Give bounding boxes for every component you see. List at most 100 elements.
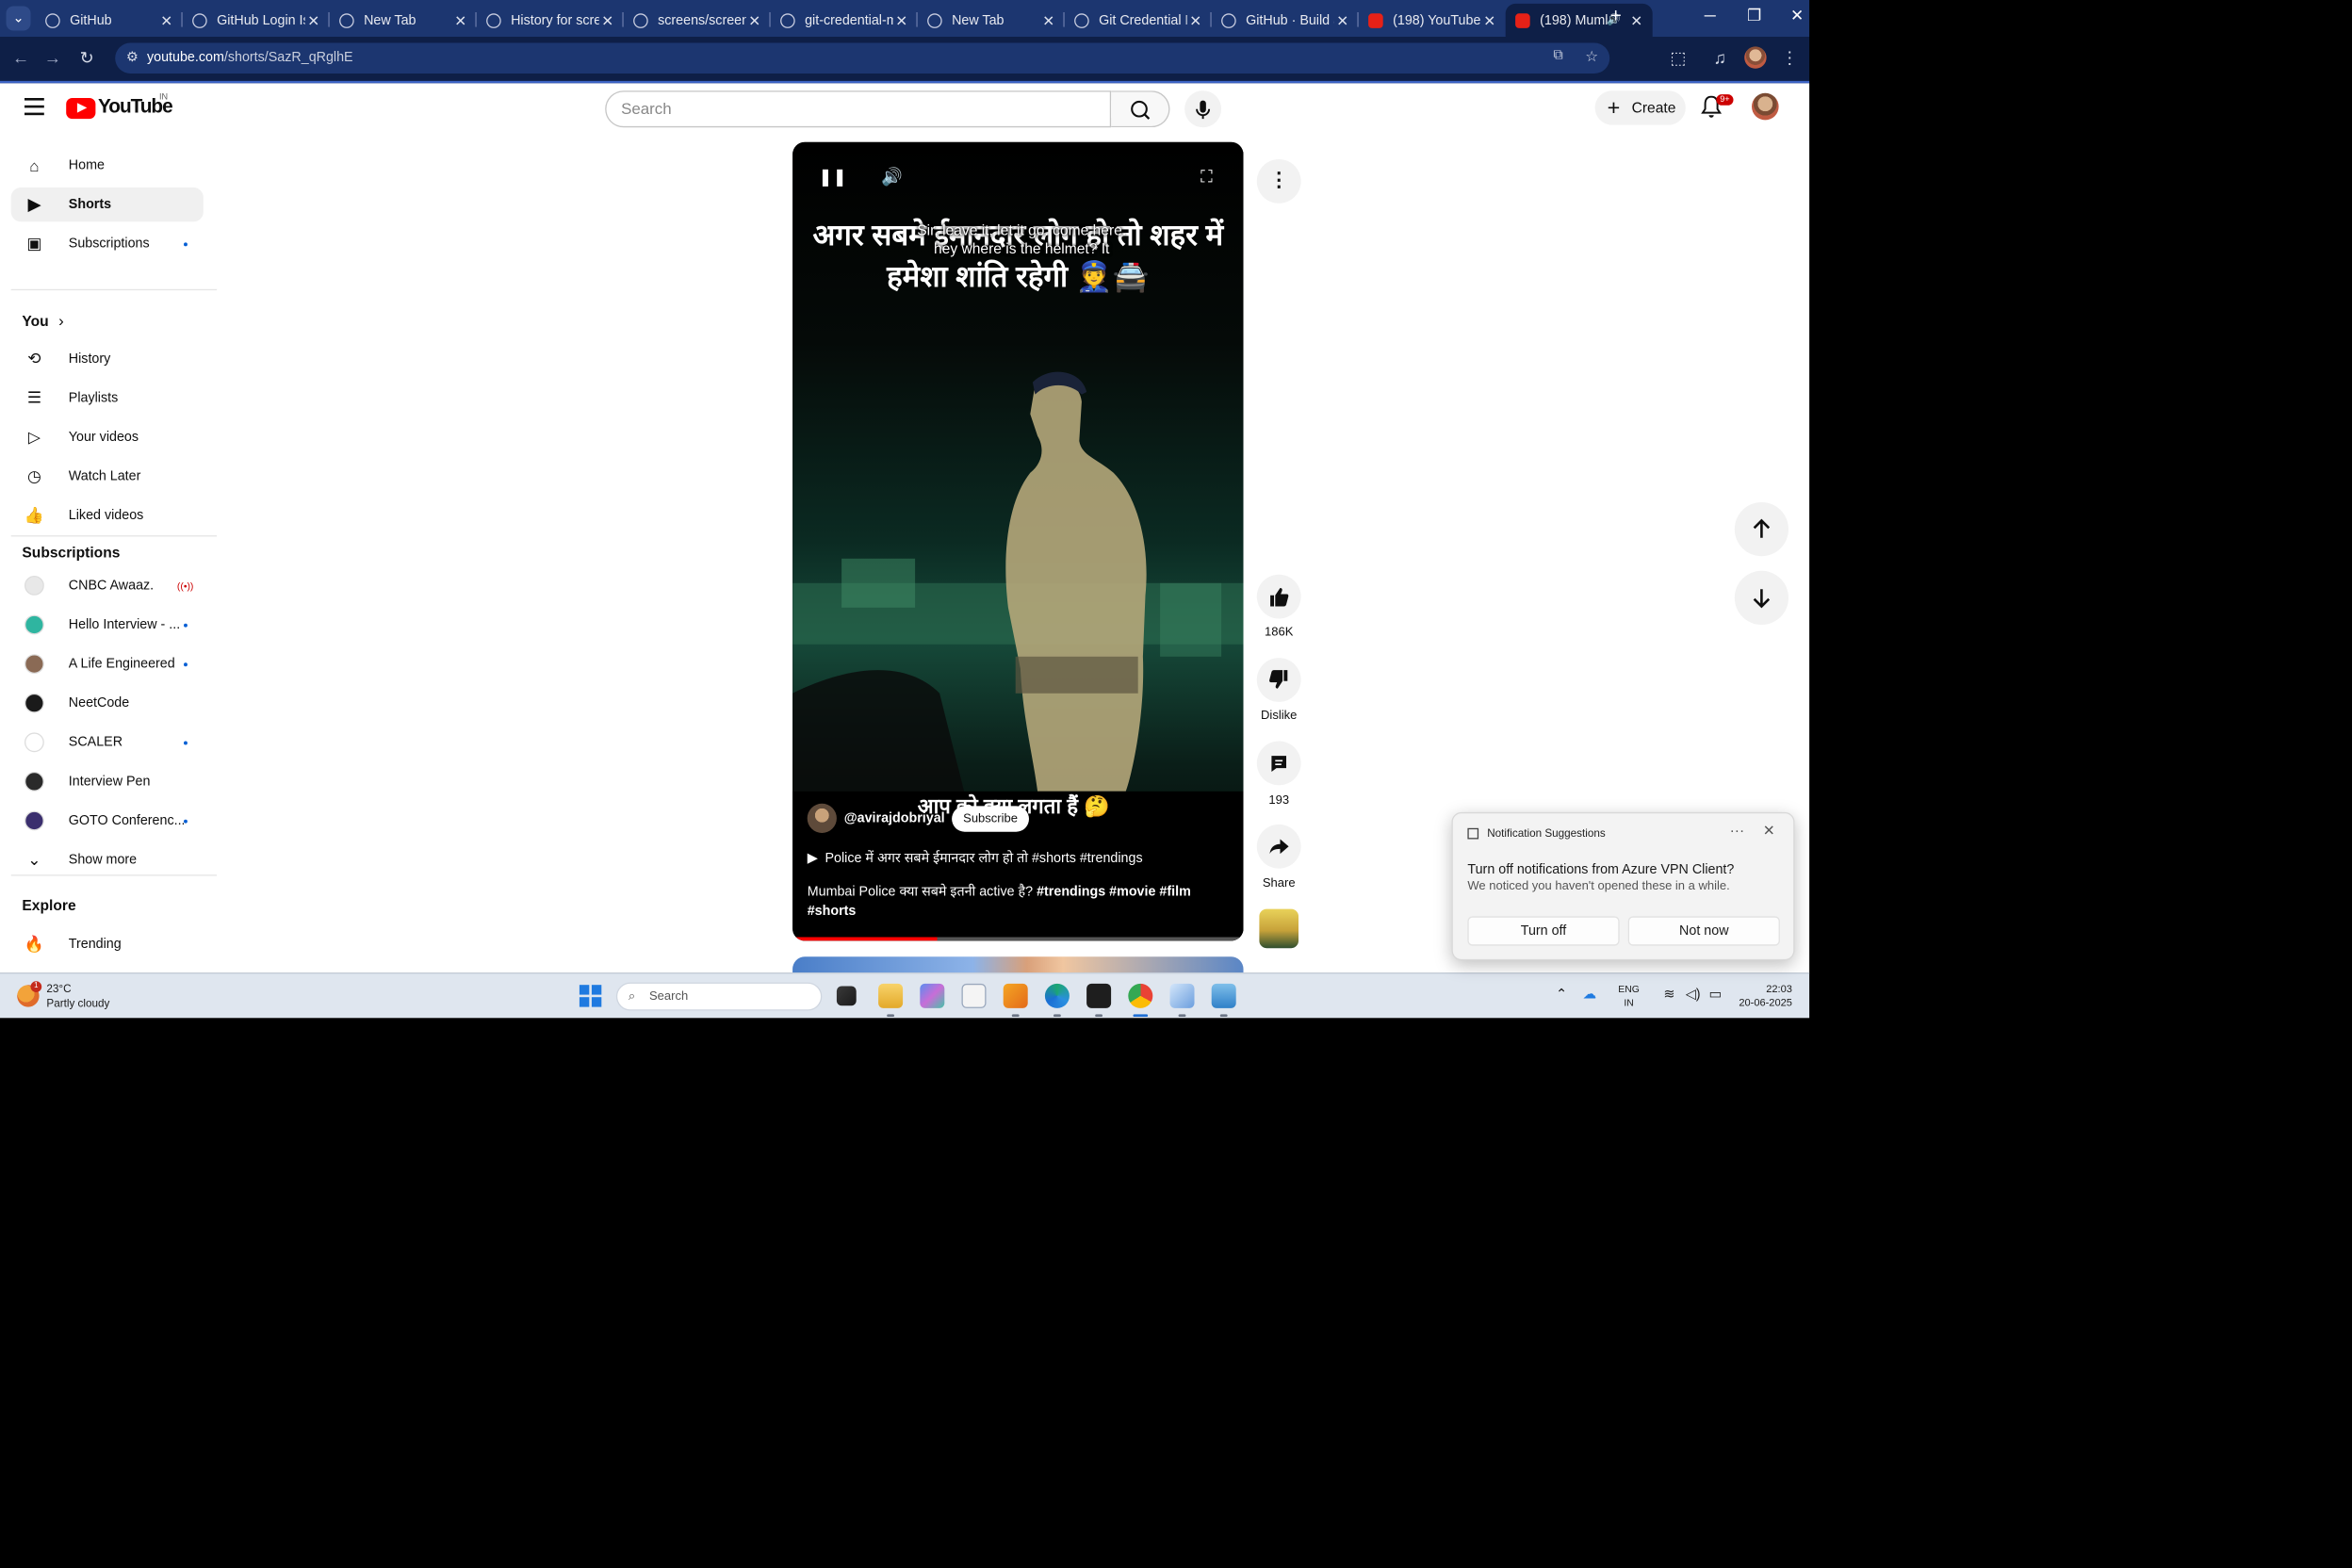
- close-tab-icon[interactable]: ✕: [893, 11, 910, 28]
- snipping-tool-icon[interactable]: [1169, 983, 1195, 1008]
- sidebar-item-home[interactable]: ⌂ Home: [11, 148, 204, 182]
- sidebar-item-history[interactable]: ⟲ History: [11, 342, 204, 376]
- sidebar-item-playlists[interactable]: ☰ Playlists: [11, 381, 204, 415]
- short-title[interactable]: ▶ Police में अगर सबमे ईमानदार लोग हो तो #…: [808, 849, 1143, 868]
- close-tab-icon[interactable]: ✕: [452, 11, 469, 28]
- browser-tab[interactable]: (198) YouTube ✕: [1359, 4, 1506, 37]
- sound-remix-thumbnail[interactable]: [1259, 908, 1298, 949]
- browser-tab[interactable]: (198) Mumbai Police🔊✕: [1505, 3, 1653, 37]
- sidebar-item-cnbc-awaaz[interactable]: CNBC Awaaz. ((•)): [11, 568, 204, 602]
- guide-menu-button[interactable]: [24, 98, 44, 116]
- media-controls-icon[interactable]: ♫: [1708, 48, 1730, 68]
- minimize-button[interactable]: ─: [1691, 7, 1728, 25]
- search-button[interactable]: [1111, 90, 1170, 128]
- sidebar-item-subscriptions[interactable]: ▣ Subscriptions: [11, 226, 204, 260]
- install-app-icon[interactable]: ⧉: [1553, 48, 1562, 64]
- system-clock[interactable]: 22:03 20-06-2025: [1731, 983, 1792, 1010]
- browser-tab[interactable]: New Tab ✕: [918, 4, 1065, 37]
- restore-button[interactable]: ❐: [1736, 7, 1772, 26]
- pause-icon[interactable]: ❚❚: [818, 167, 847, 191]
- close-tab-icon[interactable]: ✕: [1187, 11, 1204, 28]
- sidebar-item-goto-conferenc[interactable]: GOTO Conferenc...: [11, 804, 204, 838]
- chrome-browser-icon[interactable]: [1128, 983, 1153, 1008]
- channel-name[interactable]: @avirajdobriyal: [844, 811, 945, 826]
- sidebar-item-hello-interview[interactable]: Hello Interview - ...: [11, 608, 204, 642]
- address-bar[interactable]: ⚙ youtube.com/shorts/SazR_qRglhE ☆ ⧉: [115, 42, 1610, 74]
- app-window-icon[interactable]: [961, 983, 987, 1008]
- battery-icon[interactable]: ▭: [1708, 987, 1722, 1003]
- next-short-preview[interactable]: [792, 956, 1244, 973]
- photos-app-icon[interactable]: [1211, 983, 1236, 1008]
- bookmark-star-icon[interactable]: ☆: [1585, 48, 1598, 65]
- account-avatar[interactable]: [1751, 92, 1779, 121]
- office-app-icon[interactable]: [1003, 983, 1028, 1008]
- close-tab-icon[interactable]: ✕: [746, 11, 763, 28]
- forward-button[interactable]: →: [41, 48, 63, 68]
- new-tab-button[interactable]: +: [1604, 7, 1628, 28]
- edge-browser-icon[interactable]: [1044, 983, 1070, 1008]
- browser-tab[interactable]: GitHub Login Issue✕: [183, 4, 330, 37]
- sidebar-show-more[interactable]: ⌄ Show more: [11, 842, 204, 876]
- close-tab-icon[interactable]: ✕: [1628, 11, 1645, 28]
- sidebar-item-watch-later[interactable]: ◷ Watch Later: [11, 459, 204, 493]
- file-explorer-icon[interactable]: [878, 983, 904, 1008]
- browser-tab[interactable]: GitHub ✕: [36, 4, 183, 37]
- close-tab-icon[interactable]: ✕: [305, 11, 322, 28]
- sidebar-item-scaler[interactable]: SCALER: [11, 726, 204, 760]
- create-button[interactable]: + Create: [1594, 90, 1686, 125]
- sidebar-item-neetcode[interactable]: NeetCode: [11, 686, 204, 720]
- search-input[interactable]: Search: [605, 90, 1112, 128]
- close-tab-icon[interactable]: ✕: [1040, 11, 1057, 28]
- youtube-logo[interactable]: YouTube IN: [66, 93, 173, 119]
- sidebar-item-liked-videos[interactable]: 👍 Liked videos: [11, 498, 204, 532]
- dislike-button[interactable]: [1256, 658, 1301, 702]
- taskbar-search-box[interactable]: ⌕ Search: [615, 982, 823, 1011]
- sidebar-item-your-videos[interactable]: ▷ Your videos: [11, 420, 204, 454]
- browser-tab[interactable]: git-credential-manager✕: [771, 4, 918, 37]
- not-now-button[interactable]: Not now: [1627, 916, 1780, 946]
- channel-avatar[interactable]: [807, 803, 837, 833]
- show-hidden-icons-chevron[interactable]: ⌃: [1556, 987, 1567, 1003]
- close-window-button[interactable]: ✕: [1779, 7, 1816, 26]
- input-language[interactable]: ENG IN: [1618, 983, 1640, 1010]
- short-description[interactable]: Mumbai Police क्या सबमे इतनी active है? …: [808, 882, 1212, 922]
- wifi-icon[interactable]: ≋: [1663, 987, 1674, 1003]
- terminal-icon[interactable]: [1086, 983, 1112, 1008]
- next-short-button[interactable]: [1734, 570, 1788, 625]
- back-button[interactable]: ←: [9, 48, 31, 68]
- share-button[interactable]: [1256, 824, 1301, 869]
- microsoft-store-icon[interactable]: [920, 983, 945, 1008]
- browser-tab[interactable]: History for screens✕: [477, 4, 624, 37]
- turn-off-button[interactable]: Turn off: [1467, 916, 1620, 946]
- video-progress-bar[interactable]: [792, 937, 1244, 941]
- sidebar-item-interview-pen[interactable]: Interview Pen: [11, 764, 204, 798]
- volume-icon[interactable]: 🔊: [879, 167, 904, 191]
- close-tab-icon[interactable]: ✕: [1334, 11, 1351, 28]
- shorts-video-player[interactable]: ❚❚ 🔊 ⛶ अगर सबमे ईमानदार लोग हो तो शहर मे…: [792, 141, 1244, 941]
- sidebar-you-heading[interactable]: You ›: [22, 311, 63, 330]
- previous-short-button[interactable]: [1734, 502, 1788, 557]
- browser-tab[interactable]: Git Credential Manager✕: [1065, 4, 1212, 37]
- sidebar-item-a-life-engineered[interactable]: A Life Engineered: [11, 646, 204, 680]
- reload-button[interactable]: ↻: [76, 48, 98, 69]
- close-tab-icon[interactable]: ✕: [158, 11, 175, 28]
- tab-search-button[interactable]: ⌄: [6, 6, 31, 31]
- toast-more-options-icon[interactable]: ···: [1730, 822, 1745, 839]
- browser-tab[interactable]: GitHub · Build and ship✕: [1212, 4, 1359, 37]
- like-button[interactable]: [1256, 574, 1301, 619]
- onedrive-cloud-icon[interactable]: ☁: [1583, 987, 1596, 1003]
- profile-avatar-icon[interactable]: [1744, 46, 1767, 69]
- more-actions-button[interactable]: ⋮: [1256, 159, 1301, 204]
- close-tab-icon[interactable]: ✕: [599, 11, 616, 28]
- browser-menu-icon[interactable]: ⋮: [1779, 48, 1801, 69]
- sidebar-item-trending[interactable]: 🔥 Trending: [11, 927, 204, 961]
- fullscreen-icon[interactable]: ⛶: [1195, 167, 1219, 191]
- browser-tab[interactable]: New Tab ✕: [330, 4, 477, 37]
- site-info-icon[interactable]: ⚙: [126, 49, 139, 65]
- task-view-icon[interactable]: [836, 986, 857, 1006]
- comments-button[interactable]: [1256, 741, 1301, 786]
- voice-search-button[interactable]: [1184, 90, 1222, 128]
- toast-close-icon[interactable]: ✕: [1763, 822, 1775, 839]
- extensions-icon[interactable]: ⬚: [1667, 48, 1689, 69]
- browser-tab[interactable]: screens/screens✕: [624, 4, 771, 37]
